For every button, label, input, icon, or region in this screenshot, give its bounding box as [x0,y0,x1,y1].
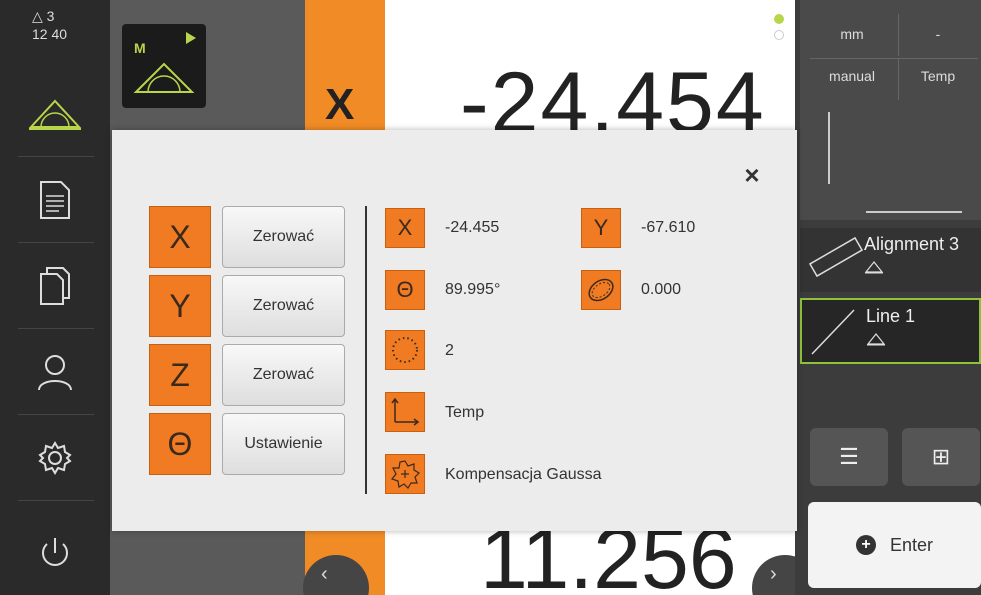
points-count-icon [385,330,425,370]
axis-tile-z: Z [149,344,211,406]
zero-y-button[interactable]: Zerować [222,275,345,337]
edit-mode[interactable]: manual [820,68,884,84]
compensation-value: Kompensacja Gaussa [445,466,602,483]
theta-info-icon: Θ [385,270,425,310]
unit-separator [898,58,899,100]
dialog-divider [365,206,367,494]
enter-label: Enter [889,534,934,555]
checklist-icon: ⊞ [931,444,951,469]
axis-tile-theta: Θ [149,413,211,475]
unit-separator [898,14,899,56]
report-document-icon [39,180,71,220]
gear-icon [37,440,73,476]
files-icon [39,266,71,306]
x-info-icon: X [385,208,425,248]
form-value: 0.000 [641,281,682,298]
axis-tile-x: X [149,206,211,268]
file-management-button[interactable] [0,243,110,329]
unit-angle[interactable]: - [906,26,970,42]
app-window: △ 3 12 40 M X -24.454 11.256 ‹ › mm - ma… [0,0,981,595]
measurement-report-button[interactable] [0,157,110,243]
measure-mode-button[interactable]: M [122,24,206,108]
feature-label: Line 1 [866,306,916,326]
axis-tile-y: Y [149,275,211,337]
main-menu-sidebar: △ 3 12 40 [0,0,110,595]
measure-small-icon [864,261,884,274]
chevron-left-icon: ‹ [321,563,328,585]
close-button[interactable]: × [737,160,767,190]
gauss-compensation-icon [385,454,425,494]
settings-button[interactable] [0,415,110,501]
status-time: 12 40 [32,26,68,42]
coordinate-system-value: Temp [445,404,485,421]
play-icon [186,32,196,44]
plus-icon: + [855,535,876,555]
power-button[interactable] [0,510,110,595]
preview-line [828,112,830,184]
zero-z-button[interactable]: Zerować [222,344,345,406]
measure-triangle-icon [133,62,195,93]
status-led-active [774,14,784,24]
x-value: -24.455 [445,219,500,236]
position-dialog: × X Zerować Y Zerować Z Zerować Θ Ustawi… [112,130,797,531]
user-login-button[interactable] [0,329,110,415]
unit-divider [810,58,978,59]
y-info-icon: Y [581,208,621,248]
points-count-value: 2 [445,342,454,359]
measure-icon [27,93,83,133]
user-icon [35,352,75,392]
enter-button[interactable]: + Enter [808,502,981,588]
measure-menu-button[interactable] [0,70,110,156]
line-feature-icon [811,309,855,355]
power-icon [37,535,73,571]
coordinate-system[interactable]: Temp [906,68,970,84]
feature-selection-button[interactable]: ⊞ [902,428,980,486]
unit-length[interactable]: mm [820,26,884,42]
sidebar-divider [18,500,94,501]
status-led-inactive [774,30,784,40]
preview-baseline [866,211,962,213]
y-value: -67.610 [641,219,696,236]
status-delta: △ 3 [32,8,55,24]
manual-mode-icon: M [134,40,146,56]
feature-label: Alignment 3 [864,234,960,254]
alignment-feature-icon [808,236,864,278]
feature-item-alignment[interactable]: Alignment 3 [800,228,981,292]
theta-value: 89.995° [445,281,501,298]
hamburger-icon: ☰ [839,444,859,469]
list-view-button[interactable]: ☰ [810,428,888,486]
setting-theta-button[interactable]: Ustawienie [222,413,345,475]
measure-small-icon [866,333,886,346]
status-area: △ 3 12 40 [0,0,110,70]
axis-label: X [325,80,355,129]
feature-item-line[interactable]: Line 1 [800,298,981,364]
zero-x-button[interactable]: Zerować [222,206,345,268]
chevron-right-icon: › [770,563,777,585]
coordinate-system-icon [385,392,425,432]
form-deviation-icon [581,270,621,310]
